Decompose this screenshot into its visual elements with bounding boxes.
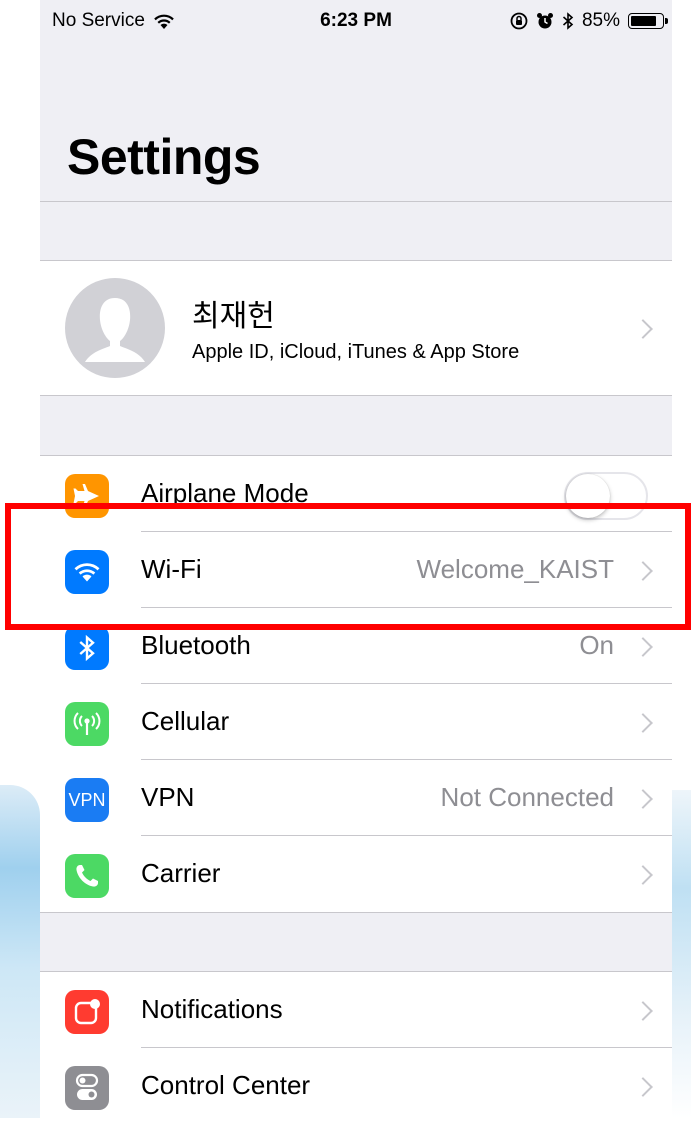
divider [40,201,672,202]
row-label: Wi-Fi [141,554,202,584]
bluetooth-icon [562,12,574,30]
bluetooth-value: On [579,630,614,660]
chevron-right-icon [633,865,653,885]
rotation-lock-icon [510,12,528,30]
alarm-icon [536,13,553,29]
page-title: Settings [67,129,261,185]
vpn-status-value: Not Connected [440,782,614,812]
avatar [65,278,165,378]
chevron-right-icon [633,319,653,339]
airplane-icon [65,474,109,518]
row-carrier[interactable]: Carrier [40,836,672,912]
background-left [0,0,40,1118]
row-label: Airplane Mode [141,478,309,508]
row-label: Bluetooth [141,630,251,660]
notifications-group: Notifications Control Center [40,971,672,1132]
row-wifi[interactable]: Wi-Fi Welcome_KAIST [40,532,672,608]
row-control-center[interactable]: Control Center [40,1048,672,1124]
chevron-right-icon [633,1001,653,1021]
row-label: Control Center [141,1070,311,1100]
bluetooth-icon [65,626,109,670]
chevron-right-icon [633,561,653,581]
notifications-icon [65,990,109,1034]
battery-icon [628,13,668,29]
airplane-mode-toggle[interactable] [564,472,648,520]
apple-id-row[interactable]: 최재헌 Apple ID, iCloud, iTunes & App Store [40,261,672,395]
chevron-right-icon [633,1077,653,1097]
profile-group: 최재헌 Apple ID, iCloud, iTunes & App Store [40,260,672,396]
control-center-icon [65,1066,109,1110]
battery-percent: 85% [581,10,620,31]
row-label: Cellular [141,706,230,736]
chevron-right-icon [633,637,653,657]
row-cellular[interactable]: Cellular [40,684,672,760]
wifi-network-value: Welcome_KAIST [416,554,614,584]
row-label: Carrier [141,858,221,888]
profile-subtitle: Apple ID, iCloud, iTunes & App Store [192,341,520,363]
profile-name: 최재헌 [192,300,275,333]
row-vpn[interactable]: VPN VPN Not Connected [40,760,672,836]
row-label: Notifications [141,994,283,1024]
wifi-icon [65,550,109,594]
row-notifications[interactable]: Notifications [40,972,672,1048]
status-bar: No Service 6:23 PM 85% [40,0,672,44]
wallpaper-fragment-left [0,785,40,1118]
chevron-right-icon [633,713,653,733]
row-bluetooth[interactable]: Bluetooth On [40,608,672,684]
row-airplane-mode[interactable]: Airplane Mode [40,456,672,532]
background-right [672,0,691,1118]
settings-screen: No Service 6:23 PM 85% Settings 최재헌 Appl… [40,0,672,1132]
cellular-antenna-icon [65,702,109,746]
wallpaper-fragment-right [672,790,691,1118]
phone-icon [65,854,109,898]
row-label: VPN [141,782,195,812]
chevron-right-icon [633,789,653,809]
connectivity-group: Airplane Mode Wi-Fi Welcome_KAIST Blueto… [40,455,672,913]
vpn-icon: VPN [65,778,109,822]
